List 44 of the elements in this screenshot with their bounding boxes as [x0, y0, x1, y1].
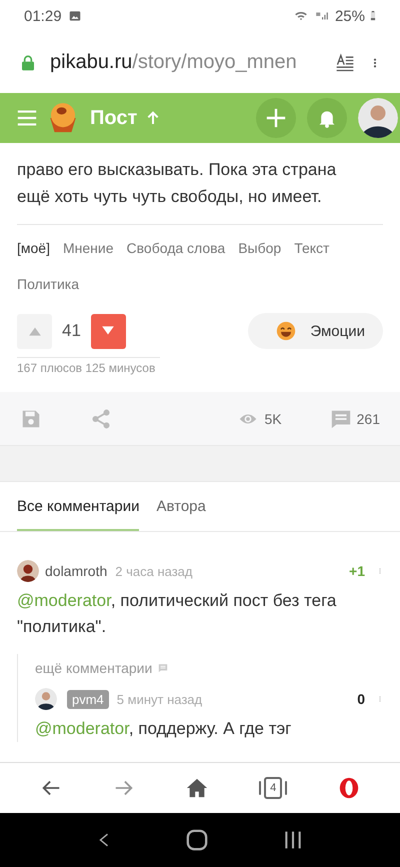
lock-icon — [20, 52, 36, 72]
tag-link[interactable]: Мнение — [62, 237, 114, 259]
comment-text: @moderator, поддержу. А где тэг — [35, 718, 292, 740]
opera-logo-icon[interactable] — [338, 776, 360, 800]
comments-tab[interactable]: Все комментарии — [17, 482, 140, 531]
comment-rating: 0 — [357, 691, 365, 707]
recent-apps-icon[interactable] — [282, 829, 303, 851]
rating-count: 41 — [62, 321, 81, 341]
image-icon — [68, 9, 82, 23]
comments-tab[interactable]: Автора — [156, 482, 206, 531]
mention-link[interactable]: @moderator — [17, 591, 111, 610]
avatar[interactable] — [17, 560, 39, 582]
tag-link[interactable]: Выбор — [238, 237, 282, 259]
page-title: Пост — [90, 106, 138, 130]
avatar[interactable] — [35, 688, 57, 710]
more-comments-link[interactable]: ещё комментарии — [35, 654, 383, 686]
comment-time: 2 часа назад — [115, 564, 192, 578]
plus-icon — [265, 107, 287, 129]
avatar[interactable] — [358, 98, 398, 138]
view-count: 5K — [264, 410, 282, 426]
post-text: право его высказывать. Пока эта страна ещё хоть чуть чуть свободы, но имеет. — [17, 157, 383, 225]
home-icon[interactable] — [186, 777, 208, 799]
username-link[interactable]: pvm4 — [67, 690, 109, 708]
tag-link[interactable]: Текст — [294, 237, 330, 259]
smiley-icon — [276, 321, 296, 341]
username-link[interactable]: dolamroth — [45, 563, 108, 579]
battery-level: 25% — [334, 8, 365, 24]
comment-time: 5 минут назад — [116, 692, 202, 706]
reader-mode-icon[interactable] — [334, 52, 356, 72]
comment-count: 261 — [356, 410, 380, 426]
comment-text: @moderator, политический пост без тега "политика". — [17, 590, 338, 638]
clock: 01:29 — [24, 8, 62, 24]
emotions-button[interactable]: Эмоции — [248, 313, 383, 349]
downvote-button[interactable] — [90, 314, 126, 348]
tag-link[interactable]: [моё] — [17, 237, 50, 259]
url-field[interactable]: pikabu.ru/story/moyo_mnen — [50, 51, 320, 74]
wifi-icon — [292, 9, 309, 23]
vote-summary: 167 плюсов 125 минусов — [16, 360, 156, 375]
tag-link[interactable]: Политика — [17, 273, 79, 295]
comment-rating: +1 — [349, 563, 365, 579]
comment-icon — [158, 663, 168, 673]
home-icon[interactable] — [186, 829, 208, 851]
tag-link[interactable]: Свобода слова — [126, 237, 226, 259]
mention-link[interactable]: @moderator — [35, 719, 129, 738]
